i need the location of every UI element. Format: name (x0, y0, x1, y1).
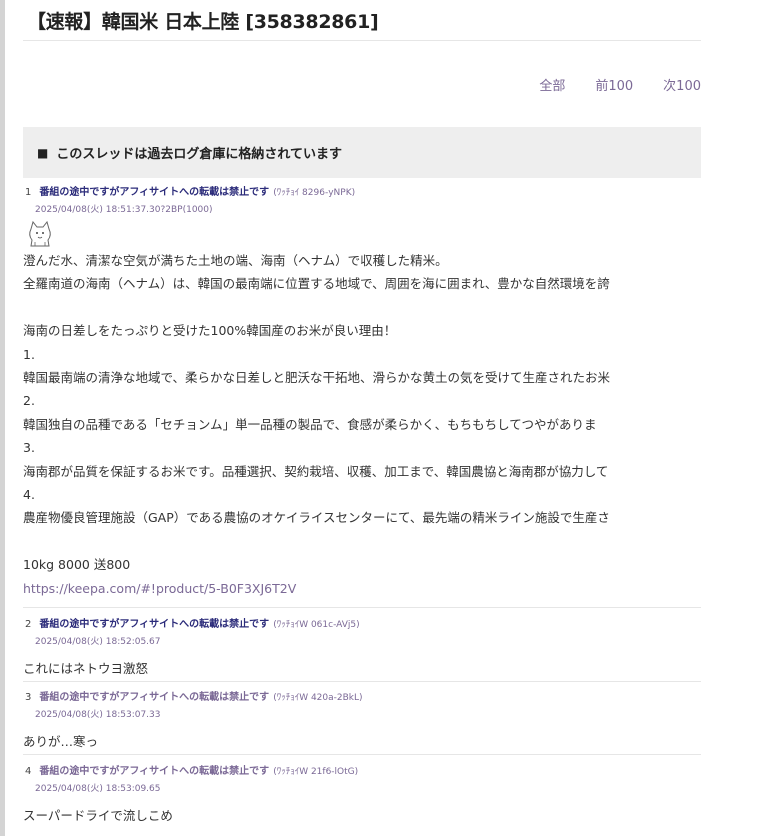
post-line-blank (23, 530, 701, 553)
post-body: 澄んだ水、清潔な空気が満ちた土地の端、海南（ヘナム）で収穫した精米。 全羅南道の… (23, 249, 701, 600)
pager: 全部 前100 次100 (539, 75, 701, 94)
poster-id: (ﾜｯﾁｮｲW 061c-AVj5) (273, 620, 360, 630)
archived-notice-text: このスレッドは過去ログ倉庫に格納されています (56, 147, 342, 162)
post-number: 4 (25, 766, 32, 777)
post-header: 1 番組の途中ですがアフィサイトへの転載は禁止です (ﾜｯﾁｮｲ 8296-yNPK… (23, 186, 701, 200)
post-line: 韓国最南端の清浄な地域で、柔らかな日差しと肥沃な干拓地、滑らかな黄土の気を受けて… (23, 370, 611, 386)
poster-name: 番組の途中ですがアフィサイトへの転載は禁止です (39, 692, 270, 703)
post-number: 3 (25, 692, 32, 703)
be-cat-icon (29, 220, 51, 247)
post-body: スーパードライで流しこめ (23, 804, 701, 827)
post-number: 2 (25, 619, 32, 630)
post-date: 2025/04/08(火) 18:53:09.65 (35, 784, 161, 794)
post-body: これにはネトウヨ激怒 (23, 657, 701, 680)
post-header: 2 番組の途中ですがアフィサイトへの転載は禁止です (ﾜｯﾁｮｲW 061c-AVj… (23, 618, 701, 632)
post-date: 2025/04/08(火) 18:51:37.30?2BP(1000) (35, 205, 213, 215)
post-header: 3 番組の途中ですがアフィサイトへの転載は禁止です (ﾜｯﾁｮｲW 420a-2Bk… (23, 691, 701, 705)
poster-id: (ﾜｯﾁｮｲW 21f6-lOtG) (273, 767, 359, 777)
post-line: ありが…寒っ (23, 734, 99, 749)
post-divider (23, 607, 701, 608)
archived-notice: ■ このスレッドは過去ログ倉庫に格納されています (23, 127, 701, 178)
post-divider (23, 754, 701, 755)
post-1: 1 番組の途中ですがアフィサイトへの転載は禁止です (ﾜｯﾁｮｲ 8296-yNPK… (23, 186, 701, 600)
post-date: 2025/04/08(火) 18:52:05.67 (35, 637, 161, 647)
poster-name: 番組の途中ですがアフィサイトへの転載は禁止です (39, 187, 270, 198)
post-line: 1. (23, 346, 35, 362)
pager-next-link[interactable]: 次100 (663, 75, 701, 94)
thread-page: 【速報】韓国米 日本上陸 [358382861] 全部 前100 次100 ■ … (23, 0, 701, 836)
title-divider (23, 40, 701, 41)
post-line: 2. (23, 393, 35, 409)
left-edge-bar (0, 0, 5, 836)
pager-all-link[interactable]: 全部 (539, 75, 565, 94)
post-line: 農産物優良管理施設（GAP）である農協のオケイライスセンターにて、最先端の精米ラ… (23, 510, 610, 526)
thread-title: 【速報】韓国米 日本上陸 [358382861] (27, 11, 379, 33)
post-line: 10kg 8000 送800 (23, 557, 131, 573)
post-line: 韓国独自の品種である「セチョンム」単一品種の製品で、食感が柔らかく、もちもちして… (23, 416, 597, 432)
post-line: これにはネトウヨ激怒 (23, 661, 149, 676)
post-4: 4 番組の途中ですがアフィサイトへの転載は禁止です (ﾜｯﾁｮｲW 21f6-lOt… (23, 765, 701, 827)
poster-id: (ﾜｯﾁｮｲW 420a-2BkL) (273, 693, 363, 703)
post-line: 海南の日差しをたっぷりと受けた100%韓国産のお米が良い理由！ (23, 323, 397, 339)
product-link[interactable]: https://keepa.com/#!product/5-B0F3XJ6T2V (23, 581, 296, 596)
post-divider (23, 681, 701, 682)
post-header: 4 番組の途中ですがアフィサイトへの転載は禁止です (ﾜｯﾁｮｲW 21f6-lOt… (23, 765, 701, 779)
post-line: 4. (23, 487, 35, 503)
post-number: 1 (25, 187, 32, 198)
post-line: 全羅南道の海南（ヘナム）は、韓国の最南端に位置する地域で、周囲を海に囲まれ、豊か… (23, 276, 610, 292)
poster-id: (ﾜｯﾁｮｲ 8296-yNPK) (273, 188, 356, 198)
post-body: ありが…寒っ (23, 730, 701, 753)
post-3: 3 番組の途中ですがアフィサイトへの転載は禁止です (ﾜｯﾁｮｲW 420a-2Bk… (23, 691, 701, 753)
poster-name: 番組の途中ですがアフィサイトへの転載は禁止です (39, 766, 270, 777)
post-line: 海南郡が品質を保証するお米です。品種選択、契約栽培、収穫、加工まで、韓国農協と海… (23, 463, 609, 479)
post-line: 3. (23, 440, 35, 456)
square-marker-icon: ■ (37, 145, 49, 160)
post-line: スーパードライで流しこめ (23, 808, 173, 823)
post-line-blank (23, 296, 701, 319)
post-2: 2 番組の途中ですがアフィサイトへの転載は禁止です (ﾜｯﾁｮｲW 061c-AVj… (23, 618, 701, 680)
post-date: 2025/04/08(火) 18:53:07.33 (35, 710, 161, 720)
pager-prev-link[interactable]: 前100 (595, 75, 633, 94)
poster-name: 番組の途中ですがアフィサイトへの転載は禁止です (39, 619, 270, 630)
post-line: 澄んだ水、清潔な空気が満ちた土地の端、海南（ヘナム）で収穫した精米。 (23, 253, 448, 268)
